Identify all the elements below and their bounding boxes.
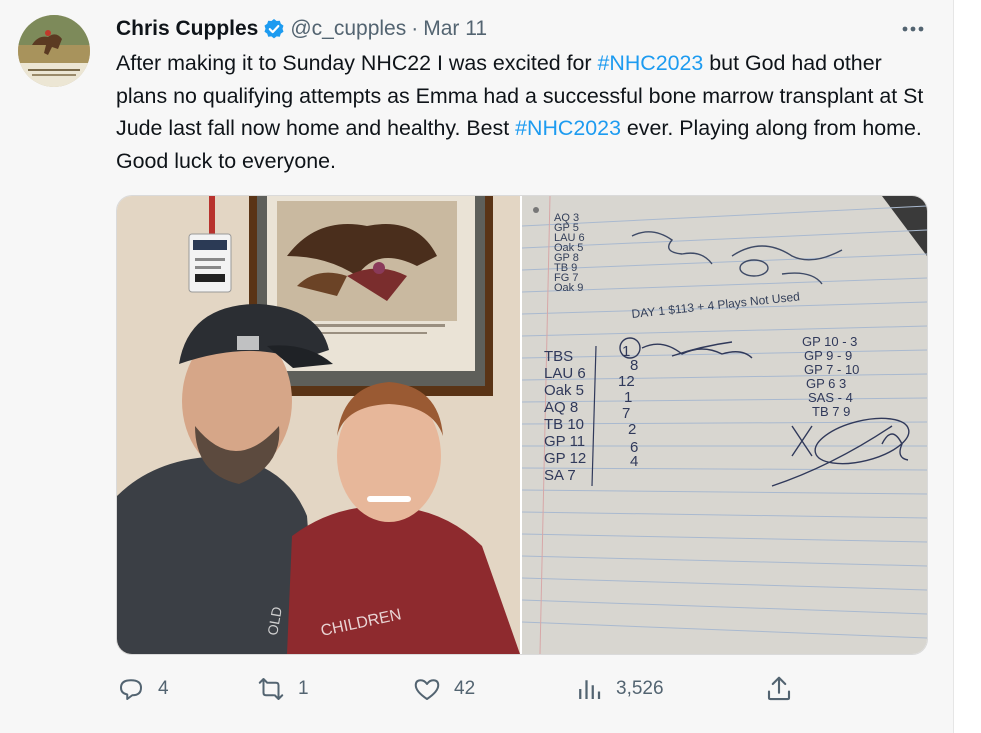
notes-right-1: GP 9 - 9 — [804, 348, 852, 363]
retweet-button[interactable]: 1 — [256, 672, 309, 706]
notes-right-3: GP 6 3 — [806, 376, 846, 391]
notes-left-7: SA 7 — [544, 467, 576, 484]
action-bar: 4 1 42 3,526 — [116, 672, 806, 706]
hashtag-link-2[interactable]: #NHC2023 — [515, 116, 621, 140]
notes-num-2: 12 — [618, 373, 635, 390]
notes-left-6: GP 12 — [544, 450, 586, 467]
notes-num-1: 8 — [630, 357, 638, 374]
like-count: 42 — [454, 678, 476, 699]
tweet-date[interactable]: Mar 11 — [423, 17, 487, 41]
more-dots-icon[interactable] — [896, 16, 930, 42]
avatar-image — [18, 15, 90, 87]
views-count: 3,526 — [616, 678, 664, 699]
share-button[interactable] — [764, 672, 794, 706]
notes-right-0: GP 10 - 3 — [802, 334, 857, 349]
reply-count: 4 — [158, 678, 169, 699]
notes-left-4: TB 10 — [544, 416, 584, 433]
tweet-header: Chris Cupples @c_cupples · Mar 11 — [116, 14, 487, 44]
author-display-name[interactable]: Chris Cupples — [116, 17, 258, 41]
handwritten-notes-photo[interactable]: AQ 3 GP 5 LAU 6 Oak 5 GP 8 TB 9 FG 7 Oak… — [522, 196, 927, 654]
notes-top-list-7: Oak 9 — [554, 282, 583, 294]
notes-left-3: AQ 8 — [544, 399, 578, 416]
notes-num-7: 4 — [630, 453, 638, 470]
notes-left-2: Oak 5 — [544, 382, 584, 399]
notes-num-3: 1 — [624, 389, 632, 406]
notes-right-5: TB 7 9 — [812, 404, 850, 419]
notes-left-5: GP 11 — [544, 433, 585, 450]
selfie-photo[interactable]: CHILDREN OLD — [117, 196, 520, 654]
retweet-count: 1 — [298, 678, 309, 699]
retweet-icon — [256, 674, 286, 704]
verified-badge-icon — [263, 18, 285, 40]
notes-left-0: TBS — [544, 348, 573, 365]
author-handle[interactable]: @c_cupples — [290, 17, 406, 41]
tweet-text: After making it to Sunday NHC22 I was ex… — [116, 47, 936, 177]
views-icon — [574, 674, 604, 704]
like-icon — [412, 674, 442, 704]
tweet-card[interactable]: Chris Cupples @c_cupples · Mar 11 After … — [0, 0, 954, 733]
reply-icon — [116, 674, 146, 704]
hashtag-link-1[interactable]: #NHC2023 — [598, 51, 704, 75]
notes-num-5: 2 — [628, 421, 636, 438]
notes-num-4: 7 — [622, 405, 630, 422]
share-icon — [764, 674, 794, 704]
notes-right-4: SAS - 4 — [808, 390, 853, 405]
views-button[interactable]: 3,526 — [574, 672, 664, 706]
reply-button[interactable]: 4 — [116, 672, 169, 706]
media-grid: CHILDREN OLD AQ 3 GP 5 LAU 6 Oak 5 GP 8 … — [116, 195, 928, 655]
notes-right-2: GP 7 - 10 — [804, 362, 859, 377]
avatar[interactable] — [18, 15, 90, 87]
notes-left-1: LAU 6 — [544, 365, 586, 382]
like-button[interactable]: 42 — [412, 672, 475, 706]
tweet-text-part-1: After making it to Sunday NHC22 I was ex… — [116, 51, 598, 75]
separator-dot: · — [411, 17, 419, 40]
